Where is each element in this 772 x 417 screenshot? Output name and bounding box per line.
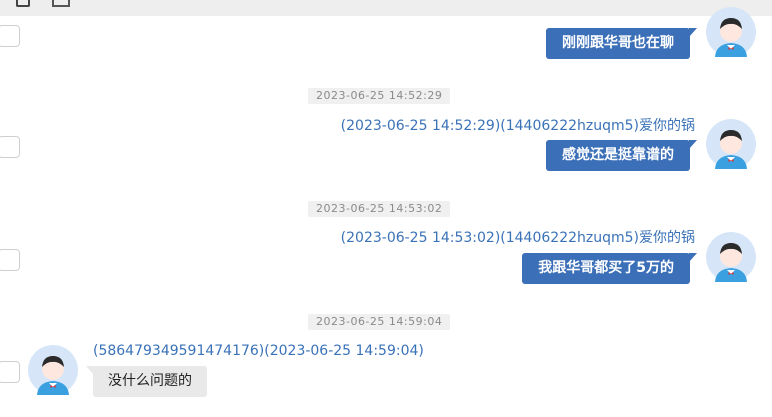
user-avatar-icon[interactable] — [706, 232, 756, 282]
message-select-checkbox[interactable] — [0, 136, 20, 158]
user-avatar-icon[interactable] — [28, 345, 78, 395]
message-bubble-outgoing[interactable]: 我跟华哥都买了5万的 — [522, 253, 697, 284]
message-bubble-outgoing[interactable]: 感觉还是挺靠谱的 — [546, 140, 697, 171]
message-sender-meta: (586479349591474176)(2023-06-25 14:59:04… — [93, 343, 424, 359]
timestamp-divider: 2023-06-25 14:59:04 — [308, 314, 451, 330]
user-avatar-icon[interactable] — [706, 119, 756, 169]
timestamp-divider: 2023-06-25 14:53:02 — [308, 201, 451, 217]
message-bubble-outgoing[interactable]: 刚刚跟华哥也在聊 — [546, 28, 697, 59]
message-select-checkbox[interactable] — [0, 361, 20, 383]
user-avatar-icon[interactable] — [706, 7, 756, 57]
message-bubble-incoming[interactable]: 没什么问题的 — [86, 366, 207, 397]
clipboard-icon[interactable] — [16, 0, 30, 7]
message-select-checkbox[interactable] — [0, 25, 20, 47]
tray-icon[interactable] — [52, 0, 70, 7]
message-sender-meta: (2023-06-25 14:53:02)(14406222hzuqm5)爱你的… — [340, 230, 695, 246]
message-select-checkbox[interactable] — [0, 249, 20, 271]
timestamp-divider: 2023-06-25 14:52:29 — [308, 88, 451, 104]
top-toolbar — [0, 0, 772, 16]
message-sender-meta: (2023-06-25 14:52:29)(14406222hzuqm5)爱你的… — [340, 118, 695, 134]
